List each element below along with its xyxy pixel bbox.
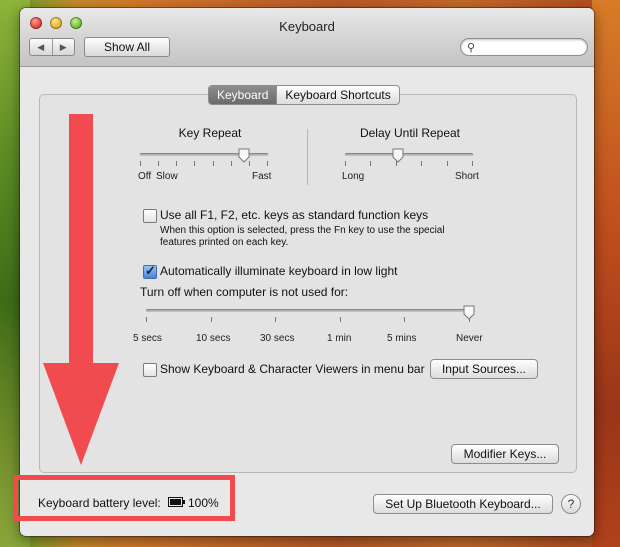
key-repeat-off-label: Off [138,171,152,182]
turn-off-ticks [146,317,470,323]
delay-until-repeat-title: Delay Until Repeat [359,126,461,140]
turn-off-knob[interactable] [463,305,475,320]
show-all-button[interactable]: Show All [84,37,170,57]
delay-track[interactable] [345,153,473,156]
back-forward-control: ◀ ▶ [29,38,75,56]
fn-keys-description-1: When this option is selected, press the … [160,225,445,236]
tab-keyboard[interactable]: Keyboard [209,86,277,104]
forward-icon[interactable]: ▶ [51,39,75,55]
key-repeat-fast-label: Fast [252,171,272,182]
turn-off-tick-label: 30 secs [260,333,295,344]
section-divider [307,129,308,185]
annotation-arrow-head [43,363,119,465]
turn-off-tick-label: 5 secs [133,333,162,344]
back-icon[interactable]: ◀ [30,39,52,55]
input-sources-button[interactable]: Input Sources... [430,359,538,379]
search-icon: ⚲ [467,42,476,54]
key-repeat-knob[interactable] [238,148,250,163]
turn-off-track[interactable] [146,309,470,312]
modifier-keys-button[interactable]: Modifier Keys... [451,444,559,464]
window-title: Keyboard [279,19,335,34]
search-field[interactable]: ⚲ [460,38,588,56]
turn-off-tick-label: 10 secs [196,333,231,344]
key-repeat-title: Key Repeat [178,126,242,140]
delay-ticks [345,161,473,167]
key-repeat-slow-label: Slow [156,171,178,182]
tab-bar: Keyboard Keyboard Shortcuts [208,85,400,105]
illuminate-label: Automatically illuminate keyboard in low… [160,264,398,278]
turn-off-label: Turn off when computer is not used for: [140,285,349,299]
settings-panel [39,94,577,473]
fn-keys-checkbox[interactable] [143,209,157,223]
fn-keys-description-2: features printed on each key. [160,237,289,248]
tab-keyboard-shortcuts[interactable]: Keyboard Shortcuts [276,86,398,104]
viewers-checkbox[interactable] [143,363,157,377]
turn-off-tick-label: Never [456,333,483,344]
illuminate-checkbox[interactable] [143,263,157,279]
fn-keys-label: Use all F1, F2, etc. keys as standard fu… [160,208,429,222]
desktop-wallpaper-right [592,0,620,547]
annotation-highlight-box [13,475,235,521]
help-button[interactable]: ? [561,494,581,514]
setup-bluetooth-keyboard-button[interactable]: Set Up Bluetooth Keyboard... [373,494,553,514]
turn-off-tick-label: 5 mins [387,333,417,344]
title-bar: Keyboard ◀ ▶ Show All ⚲ [20,8,594,67]
turn-off-tick-label: 1 min [327,333,352,344]
annotation-arrow-shaft [69,114,93,366]
delay-short-label: Short [455,171,479,182]
delay-long-label: Long [342,171,365,182]
viewers-label: Show Keyboard & Character Viewers in men… [160,362,425,376]
delay-knob[interactable] [392,148,404,163]
